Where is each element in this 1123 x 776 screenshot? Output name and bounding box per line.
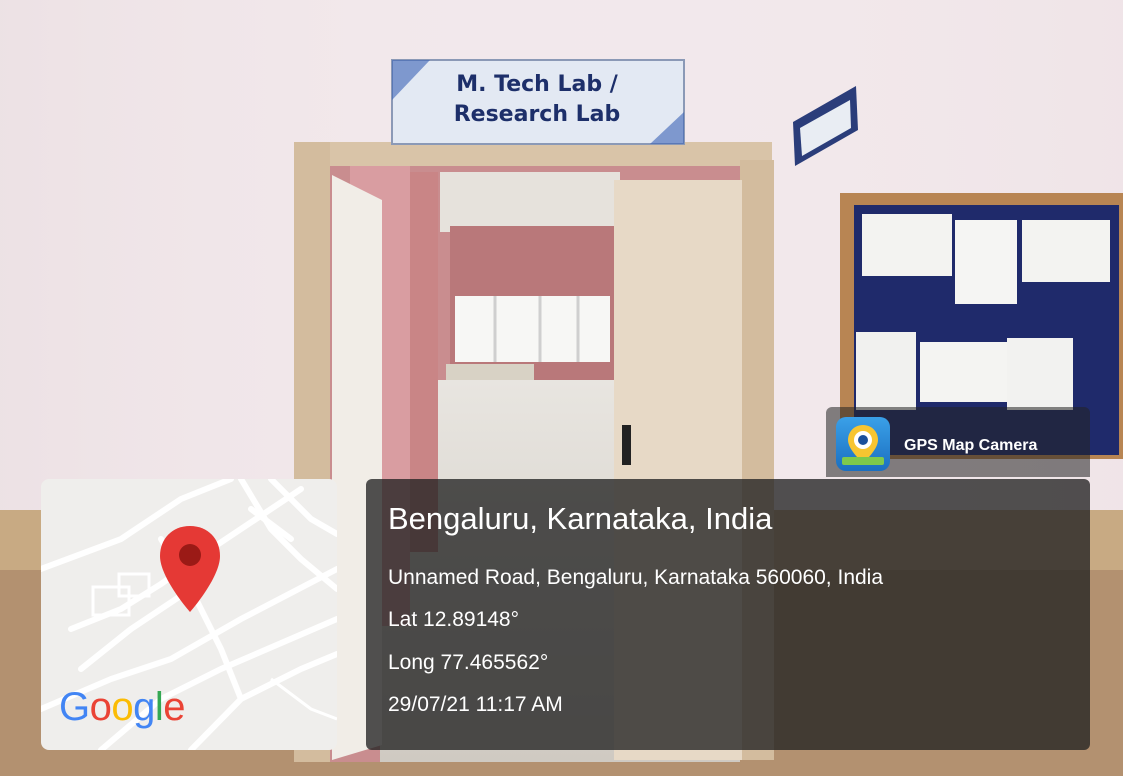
gps-badge-label: GPS Map Camera <box>904 437 1038 454</box>
location-info-panel: Bengaluru, Karnataka, India Unnamed Road… <box>366 479 1090 750</box>
gps-camera-app-icon <box>836 417 890 471</box>
location-address: Unnamed Road, Bengaluru, Karnataka 56006… <box>388 566 884 589</box>
location-pin-icon <box>160 526 220 612</box>
gps-badge: GPS Map Camera <box>826 407 1090 477</box>
google-logo: Google <box>59 685 186 729</box>
location-latitude: Lat 12.89148° <box>388 608 520 631</box>
location-datetime: 29/07/21 11:17 AM <box>388 693 563 716</box>
minimap: Google <box>41 479 337 750</box>
lab-sign: M. Tech Lab / Research Lab <box>453 72 621 127</box>
location-title: Bengaluru, Karnataka, India <box>388 501 773 536</box>
location-longitude: Long 77.465562° <box>388 651 549 674</box>
photo-stage: M. Tech Lab / Research Lab GPS Map Camera <box>0 0 1123 776</box>
